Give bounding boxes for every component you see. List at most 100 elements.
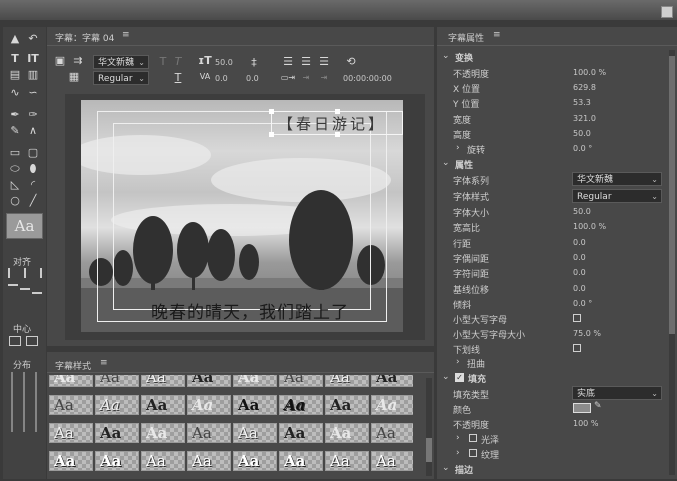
attribute-row-value[interactable]: 0.0 (573, 268, 586, 277)
style-swatch[interactable]: Aa (141, 395, 185, 415)
center-vertical-icon[interactable] (26, 336, 38, 346)
tab-icon-1[interactable]: ▭⇥ (280, 71, 296, 85)
attribute-row-value[interactable]: 0.0 (573, 284, 586, 293)
smallcaps-checkbox[interactable] (573, 314, 581, 322)
style-swatch[interactable]: Aa (279, 395, 323, 415)
transform-row-value[interactable]: 50.0 (573, 129, 591, 138)
tab-icon-3[interactable]: ⇥ (316, 71, 332, 85)
vertical-area-type-tool-icon[interactable]: ▥ (25, 68, 41, 82)
type-tool-icon[interactable]: T (7, 52, 23, 66)
properties-scrollbar-thumb[interactable] (669, 56, 675, 334)
style-swatch[interactable]: Aa (95, 423, 139, 443)
window-control[interactable] (661, 6, 673, 18)
rounded-rectangle-tool-icon[interactable]: ▢ (25, 146, 41, 160)
sheen-expand-icon[interactable]: › (456, 433, 460, 443)
style-swatch[interactable]: Aa (95, 451, 139, 471)
rotate-tool-icon[interactable]: ↶ (25, 32, 41, 46)
eyedropper-icon[interactable]: ✎ (594, 401, 602, 411)
style-swatch[interactable]: Aa (187, 451, 231, 471)
attribute-row-value[interactable]: 0.0 (573, 253, 586, 262)
fill-color-swatch[interactable] (573, 403, 591, 413)
distribute-icons[interactable] (8, 372, 42, 432)
style-swatch[interactable]: Aa (49, 395, 93, 415)
transform-row-value[interactable]: 100.0 % (573, 68, 606, 77)
line-tool-icon[interactable]: ╱ (25, 194, 41, 208)
roll-crawl-icon[interactable]: ▣ (52, 54, 68, 68)
texture-checkbox[interactable] (469, 449, 477, 457)
style-swatch[interactable]: Aa (49, 375, 93, 387)
align-center-icon[interactable] (20, 268, 30, 278)
show-video-icon[interactable]: ⟲ (343, 55, 359, 69)
toolbar-kerning[interactable]: 0.0 (215, 74, 228, 83)
style-swatch[interactable]: Aa (325, 451, 369, 471)
style-swatch[interactable]: Aa (95, 395, 139, 415)
font-family-select[interactable]: 华文新魏 ⌄ (572, 172, 662, 186)
style-swatch[interactable]: Aa (233, 375, 277, 387)
style-swatch[interactable]: Aa (371, 423, 413, 443)
center-horizontal-icon[interactable] (9, 336, 21, 346)
transform-row-value[interactable]: 53.3 (573, 98, 591, 107)
fill-checkbox[interactable]: ✓ (455, 373, 464, 382)
align-text-right-icon[interactable]: ☰ (316, 55, 332, 69)
align-left-icon[interactable] (8, 268, 18, 278)
toolbar-timecode[interactable]: 00:00:00:00 (343, 74, 392, 83)
toolbar-font-size[interactable]: 50.0 (215, 58, 233, 67)
tab-stops-icon[interactable]: ⇉ (70, 54, 86, 68)
style-swatch[interactable]: Aa (49, 451, 93, 471)
style-swatch[interactable]: Aa (279, 375, 323, 387)
style-swatch[interactable]: Aa (95, 375, 139, 387)
style-swatch[interactable]: Aa (325, 375, 369, 387)
properties-scrollbar[interactable] (669, 50, 675, 475)
arc-tool-icon[interactable]: ◜ (25, 178, 41, 192)
properties-panel-menu-icon[interactable]: ≡ (493, 30, 501, 40)
style-swatch[interactable]: Aa (233, 423, 277, 443)
sheen-checkbox[interactable] (469, 434, 477, 442)
align-bottom-icon[interactable] (32, 284, 42, 294)
style-swatch[interactable]: Aa (187, 375, 231, 387)
transform-row-value[interactable]: 629.8 (573, 83, 596, 92)
style-swatch[interactable]: Aa (187, 395, 231, 415)
delete-anchor-tool-icon[interactable]: ✑ (25, 108, 41, 122)
style-swatch[interactable]: Aa (279, 451, 323, 471)
style-swatch[interactable]: Aa (279, 423, 323, 443)
texture-expand-icon[interactable]: › (456, 448, 460, 458)
selection-tool-icon[interactable]: ▲ (7, 32, 23, 46)
fill-type-select[interactable]: 实底 ⌄ (572, 386, 662, 400)
wedge-tool-icon[interactable]: ◺ (7, 178, 23, 192)
attribute-row-value[interactable]: 0.0 (573, 238, 586, 247)
toolbar-leading[interactable]: 0.0 (246, 74, 259, 83)
align-top-icon[interactable] (8, 284, 18, 294)
ellipse-tool-icon[interactable]: ○ (7, 194, 23, 208)
vertical-path-type-tool-icon[interactable]: ∽ (25, 86, 41, 100)
resize-handle-tl[interactable] (269, 109, 274, 114)
font-style-select[interactable]: Regular ⌄ (572, 189, 662, 203)
bold-icon[interactable]: T (155, 55, 171, 69)
path-type-tool-icon[interactable]: ∿ (7, 86, 23, 100)
resize-handle-bl[interactable] (269, 132, 274, 137)
resize-handle-bm[interactable] (335, 132, 340, 137)
style-swatch[interactable]: Aa (141, 375, 185, 387)
subtitle-text[interactable]: 晚春的晴天，我们踏上了 (151, 298, 403, 323)
style-swatch[interactable]: Aa (187, 423, 231, 443)
toolbar-font-family-select[interactable]: 华文新魏 ⌄ (93, 55, 149, 69)
style-swatch[interactable]: Aa (233, 451, 277, 471)
tab-icon-2[interactable]: ⇥ (298, 71, 314, 85)
resize-handle-tm[interactable] (335, 109, 340, 114)
pen-tool-icon[interactable]: ✒ (7, 108, 23, 122)
align-text-center-icon[interactable]: ☰ (298, 55, 314, 69)
rotation-value[interactable]: 0.0 ° (573, 144, 592, 153)
styles-scrollbar[interactable] (426, 378, 432, 476)
rotation-expand-icon[interactable]: › (456, 143, 460, 153)
style-swatch[interactable]: Aa (371, 395, 413, 415)
rectangle-tool-icon[interactable]: ▭ (7, 146, 23, 160)
clipped-rectangle-tool-icon[interactable]: ⬭ (7, 162, 23, 176)
styles-panel-menu-icon[interactable]: ≡ (100, 358, 108, 368)
attributes-expand-icon[interactable]: ⌄ (442, 158, 450, 168)
style-swatch[interactable]: Aa (141, 423, 185, 443)
toolbar-font-style-select[interactable]: Regular ⌄ (93, 71, 149, 85)
transform-expand-icon[interactable]: ⌄ (442, 51, 450, 61)
template-icon[interactable]: ▦ (66, 70, 82, 84)
attribute-row-value[interactable]: 50.0 (573, 207, 591, 216)
align-right-icon[interactable] (32, 268, 42, 278)
fill-expand-icon[interactable]: ⌄ (442, 372, 450, 382)
